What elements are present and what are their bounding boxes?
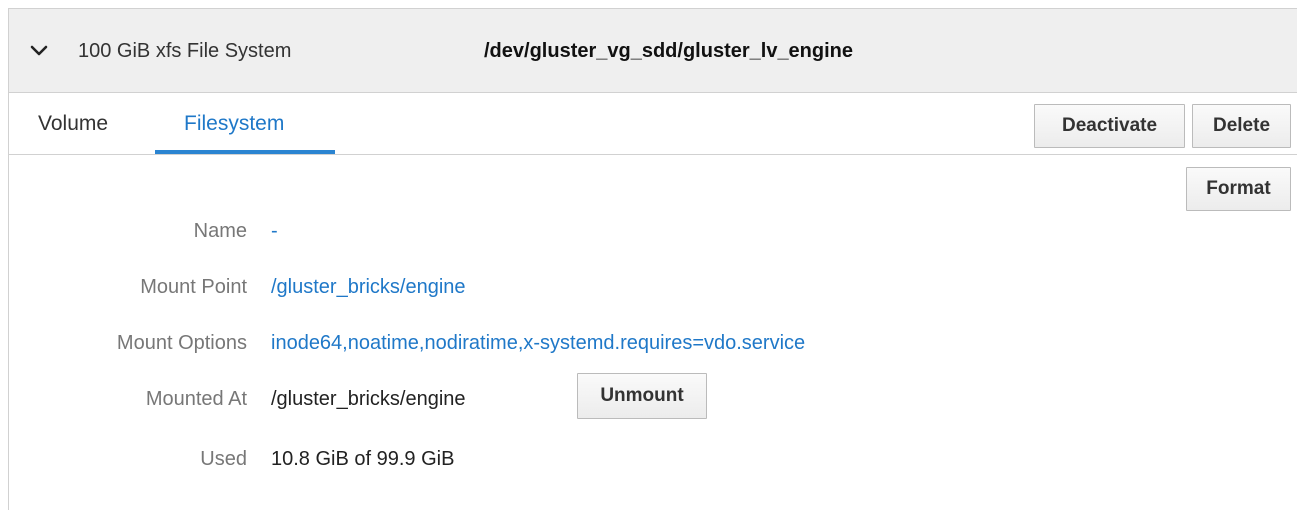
mount-point-value[interactable]: /gluster_bricks/engine [271,275,466,299]
active-tab-indicator [155,150,335,154]
chevron-down-icon[interactable] [29,41,49,61]
format-button[interactable]: Format [1186,167,1291,211]
mount-options-value[interactable]: inode64,noatime,nodiratime,x-systemd.req… [271,331,805,355]
mount-point-label: Mount Point [140,276,247,298]
panel-header[interactable]: 100 GiB xfs File System /dev/gluster_vg_… [9,9,1297,93]
filesystem-description: 100 GiB xfs File System [78,40,292,62]
mounted-at-value: /gluster_bricks/engine [271,388,466,410]
filesystem-panel: 100 GiB xfs File System /dev/gluster_vg_… [8,8,1297,510]
used-value: 10.8 GiB of 99.9 GiB [271,448,455,470]
tab-filesystem[interactable]: Filesystem [184,111,284,137]
name-label: Name [193,220,247,242]
delete-button[interactable]: Delete [1192,104,1291,148]
mount-options-label: Mount Options [116,332,247,354]
mounted-at-label: Mounted At [145,388,247,410]
unmount-button[interactable]: Unmount [577,373,707,419]
used-label: Used [200,448,247,470]
tab-bar: Volume Filesystem Deactivate Delete [9,93,1297,155]
deactivate-button[interactable]: Deactivate [1034,104,1185,148]
device-path: /dev/gluster_vg_sdd/gluster_lv_engine [484,40,854,62]
tab-volume[interactable]: Volume [38,111,108,137]
name-value[interactable]: - [271,219,278,243]
